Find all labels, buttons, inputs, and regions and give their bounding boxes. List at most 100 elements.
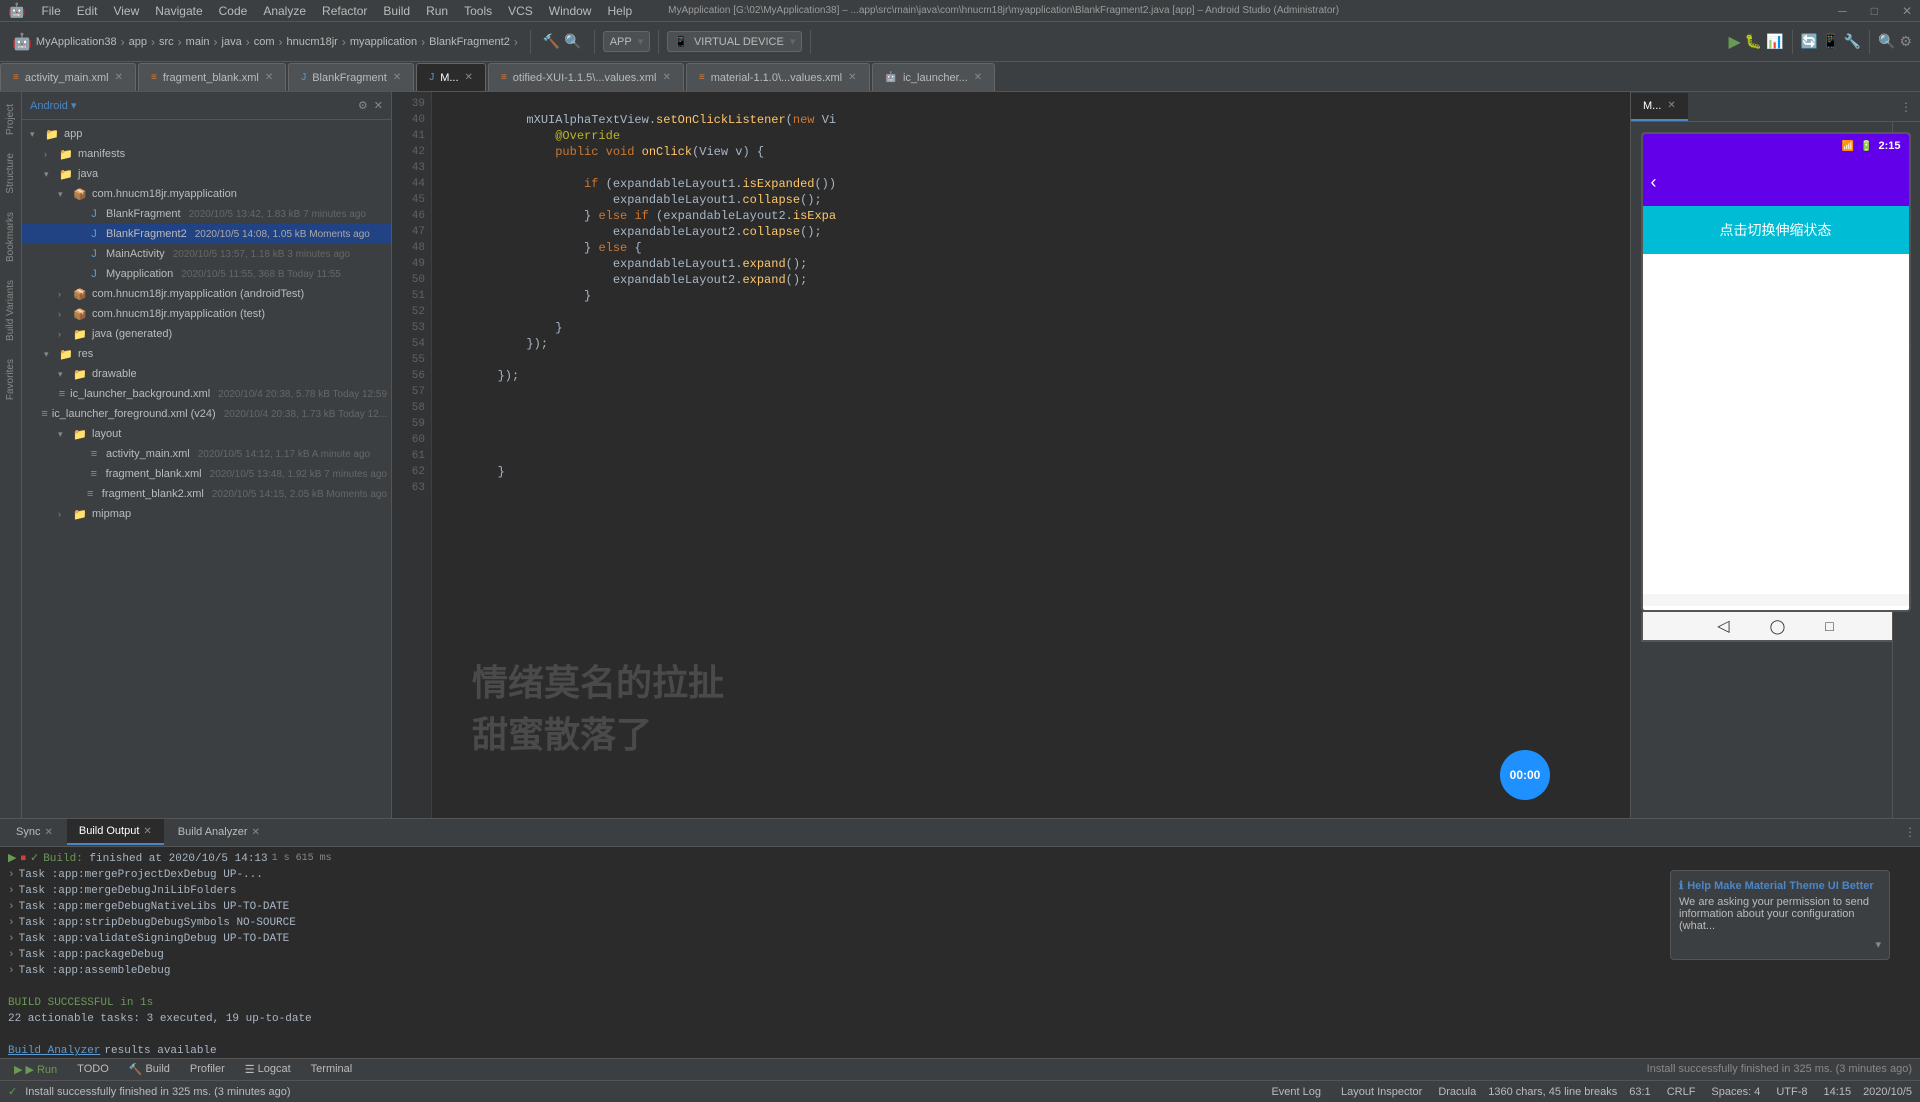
sidebar-settings-icon[interactable]: ⚙ xyxy=(358,99,368,112)
bottom-tab-sync-close[interactable]: ✕ xyxy=(44,827,52,838)
tab-close-icon[interactable]: ✕ xyxy=(115,72,123,83)
tree-item-fragment2-xml[interactable]: ≡ fragment_blank2.xml 2020/10/5 14:15, 2… xyxy=(22,484,391,504)
run-btn[interactable]: ▶ xyxy=(1729,32,1741,52)
tab-close-icon6[interactable]: ✕ xyxy=(848,72,856,83)
tab-close-icon4[interactable]: ✕ xyxy=(465,72,473,83)
run-todo-btn[interactable]: TODO xyxy=(71,1061,115,1077)
code-content[interactable]: mXUIAlphaTextView.setOnClickListener(new… xyxy=(432,92,1630,818)
edge-tab-favorites[interactable]: Favorites xyxy=(2,351,19,408)
circular-timer[interactable]: 00:00 xyxy=(1500,750,1550,800)
tab-fragment-blank[interactable]: ≡ fragment_blank.xml ✕ xyxy=(138,63,286,91)
device-toggle-button[interactable]: 点击切换伸缩状态 xyxy=(1643,206,1909,254)
back-nav-icon[interactable]: ◁ xyxy=(1717,616,1729,636)
device-tab-close-icon[interactable]: ✕ xyxy=(1667,100,1675,111)
tree-item-main-activity[interactable]: J MainActivity 2020/10/5 13:57, 1.18 kB … xyxy=(22,244,391,264)
menu-tools[interactable]: Tools xyxy=(464,4,492,18)
avd-btn[interactable]: 📱 xyxy=(1822,33,1839,50)
tree-item-myapp[interactable]: J Myapplication 2020/10/5 11:55, 368 B T… xyxy=(22,264,391,284)
device-tab-active[interactable]: M... ✕ xyxy=(1631,93,1688,121)
run-terminal-btn[interactable]: Terminal xyxy=(305,1061,359,1077)
tree-item-ic-fg[interactable]: ≡ ic_launcher_foreground.xml (v24) 2020/… xyxy=(22,404,391,424)
tree-item-res[interactable]: ▾ 📁 res xyxy=(22,344,391,364)
minimize-btn[interactable]: ─ xyxy=(1838,4,1847,18)
collapse-arrow-icon3[interactable]: › xyxy=(8,899,15,915)
bottom-panel-menu-icon[interactable]: ⋮ xyxy=(1904,825,1916,839)
tree-item-blank-fragment2[interactable]: J BlankFragment2 2020/10/5 14:08, 1.05 k… xyxy=(22,224,391,244)
tab-values1[interactable]: ≡ otified-XUI-1.1.5\...values.xml ✕ xyxy=(488,63,684,91)
collapse-arrow-icon2[interactable]: › xyxy=(8,883,15,899)
menu-window[interactable]: Window xyxy=(549,4,592,18)
tree-item-java[interactable]: ▾ 📁 java xyxy=(22,164,391,184)
tab-close-icon2[interactable]: ✕ xyxy=(265,72,273,83)
settings-icon[interactable]: ⚙ xyxy=(1899,33,1912,50)
tree-item-test[interactable]: › 📦 com.hnucm18jr.myapplication (test) xyxy=(22,304,391,324)
menu-view[interactable]: View xyxy=(113,4,139,18)
profile-btn[interactable]: 📊 xyxy=(1766,33,1783,50)
collapse-arrow-icon5[interactable]: › xyxy=(8,931,15,947)
debug-btn[interactable]: 🐛 xyxy=(1745,33,1762,50)
toolbar-icon1[interactable]: 🔨 xyxy=(543,33,560,50)
tab-close-icon5[interactable]: ✕ xyxy=(662,72,670,83)
tree-item-fragment-xml[interactable]: ≡ fragment_blank.xml 2020/10/5 13:48, 1.… xyxy=(22,464,391,484)
sdk-btn[interactable]: 🔧 xyxy=(1844,33,1861,50)
code-area[interactable]: 39 40 41 42 43 44 45 46 47 48 49 50 51 5… xyxy=(392,92,1630,818)
device-menu-icon[interactable]: ⋮ xyxy=(1900,100,1912,114)
run-config-dropdown[interactable]: APP ▾ xyxy=(603,31,651,52)
menu-edit[interactable]: Edit xyxy=(77,4,98,18)
edge-tab-build[interactable]: Build Variants xyxy=(2,272,19,349)
menu-help[interactable]: Help xyxy=(607,4,632,18)
tab-activity-main[interactable]: ≡ activity_main.xml ✕ xyxy=(0,63,136,91)
bottom-tab-build-close[interactable]: ✕ xyxy=(143,826,151,837)
tab-close-icon7[interactable]: ✕ xyxy=(974,72,982,83)
menu-navigate[interactable]: Navigate xyxy=(155,4,202,18)
edge-tab-structure[interactable]: Structure xyxy=(2,145,19,202)
close-btn[interactable]: ✕ xyxy=(1902,4,1912,18)
search-everywhere-btn[interactable]: 🔍 xyxy=(1878,33,1895,50)
restore-btn[interactable]: □ xyxy=(1871,4,1878,18)
tree-item-drawable[interactable]: ▾ 📁 drawable xyxy=(22,364,391,384)
build-analyzer-link[interactable]: Build Analyzer xyxy=(8,1043,100,1058)
toolbar-icon2[interactable]: 🔍 xyxy=(564,33,581,50)
edge-tab-project[interactable]: Project xyxy=(2,96,19,143)
sync-btn[interactable]: 🔄 xyxy=(1801,33,1818,50)
tree-item-manifests[interactable]: › 📁 manifests xyxy=(22,144,391,164)
menu-run[interactable]: Run xyxy=(426,4,448,18)
status-encoding[interactable]: UTF-8 xyxy=(1772,1085,1811,1099)
android-dropdown[interactable]: Android ▾ xyxy=(30,99,77,112)
collapse-arrow-icon6[interactable]: › xyxy=(8,947,15,963)
run-logcat-btn[interactable]: ☰ Logcat xyxy=(239,1061,297,1078)
run-profiler-btn[interactable]: Profiler xyxy=(184,1061,231,1077)
edge-tab-bookmarks[interactable]: Bookmarks xyxy=(2,204,19,270)
tree-item-app[interactable]: ▾ 📁 app xyxy=(22,124,391,144)
tree-item-package[interactable]: ▾ 📦 com.hnucm18jr.myapplication xyxy=(22,184,391,204)
collapse-arrow-icon4[interactable]: › xyxy=(8,915,15,931)
tree-item-ic-bg[interactable]: ≡ ic_launcher_background.xml 2020/10/4 2… xyxy=(22,384,391,404)
run-build-btn[interactable]: 🔨 Build xyxy=(123,1061,176,1078)
bottom-tab-build-analyzer[interactable]: Build Analyzer ✕ xyxy=(166,819,272,845)
menu-build[interactable]: Build xyxy=(383,4,410,18)
build-stop-icon[interactable]: ⏹ xyxy=(20,851,26,867)
bottom-tab-build-output[interactable]: Build Output ✕ xyxy=(67,819,164,845)
tab-ic-launcher[interactable]: 🤖 ic_launcher... ✕ xyxy=(872,63,996,91)
menu-refactor[interactable]: Refactor xyxy=(322,4,367,18)
bottom-tab-sync[interactable]: Sync ✕ xyxy=(4,819,65,845)
home-nav-icon[interactable]: ◯ xyxy=(1770,618,1786,635)
event-log-btn[interactable]: Event Log xyxy=(1267,1085,1325,1099)
collapse-arrow-icon[interactable]: › xyxy=(8,867,15,883)
collapse-arrow-icon7[interactable]: › xyxy=(8,963,15,979)
tree-item-layout[interactable]: ▾ 📁 layout xyxy=(22,424,391,444)
tree-item-activity-xml[interactable]: ≡ activity_main.xml 2020/10/5 14:12, 1.1… xyxy=(22,444,391,464)
run-run-btn[interactable]: ▶ ▶ Run xyxy=(8,1061,63,1078)
tab-close-icon3[interactable]: ✕ xyxy=(393,72,401,83)
device-dropdown[interactable]: 📱 VIRTUAL DEVICE ▾ xyxy=(667,31,802,52)
build-run-icon[interactable]: ▶ xyxy=(8,851,16,867)
tab-blank-fragment[interactable]: J BlankFragment ✕ xyxy=(288,63,414,91)
menu-vcs[interactable]: VCS xyxy=(508,4,533,18)
tree-item-android-test[interactable]: › 📦 com.hnucm18jr.myapplication (android… xyxy=(22,284,391,304)
tab-m-active[interactable]: J M... ✕ xyxy=(416,63,486,91)
device-back-btn[interactable]: ‹ xyxy=(1651,172,1657,193)
sidebar-close-icon[interactable]: ✕ xyxy=(374,99,383,112)
tree-item-blank-fragment[interactable]: J BlankFragment 2020/10/5 13:42, 1.83 kB… xyxy=(22,204,391,224)
menu-file[interactable]: File xyxy=(41,4,60,18)
tree-item-mipmap[interactable]: › 📁 mipmap xyxy=(22,504,391,524)
